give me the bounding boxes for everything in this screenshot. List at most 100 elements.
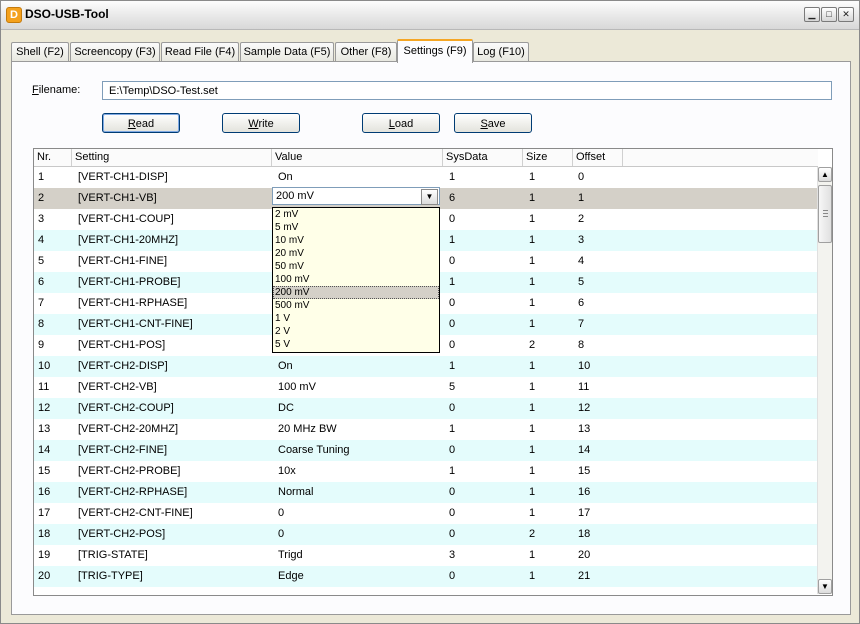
cell-sysdata: 3: [449, 549, 456, 561]
table-row[interactable]: 18 [VERT-CH2-POS] 0 0 2 18: [34, 524, 818, 545]
value-combobox[interactable]: 200 mV ▼: [272, 187, 440, 205]
dropdown-option[interactable]: 500 mV: [273, 299, 439, 312]
col-size[interactable]: Size: [523, 149, 573, 166]
cell-value: Trigd: [278, 549, 303, 561]
maximize-icon[interactable]: □: [821, 7, 837, 22]
table-row[interactable]: 13 [VERT-CH2-20MHZ] 20 MHz BW 1 1 13: [34, 419, 818, 440]
col-offset[interactable]: Offset: [573, 149, 623, 166]
cell-setting: [VERT-CH2-PROBE]: [78, 465, 181, 477]
table-row[interactable]: 11 [VERT-CH2-VB] 100 mV 5 1 11: [34, 377, 818, 398]
dropdown-option[interactable]: 5 mV: [273, 221, 439, 234]
minimize-icon[interactable]: ▁: [804, 7, 820, 22]
cell-sysdata: 1: [449, 234, 456, 246]
tab-screencopy[interactable]: Screencopy (F3): [70, 42, 160, 61]
cell-setting: [VERT-CH1-20MHZ]: [78, 234, 179, 246]
cell-size: 2: [529, 339, 536, 351]
write-button[interactable]: Write: [222, 113, 300, 133]
cell-size: 1: [529, 213, 536, 225]
dropdown-option[interactable]: 100 mV: [273, 273, 439, 286]
table-row[interactable]: 20 [TRIG-TYPE] Edge 0 1 21: [34, 566, 818, 587]
table-row[interactable]: 14 [VERT-CH2-FINE] Coarse Tuning 0 1 14: [34, 440, 818, 461]
settings-panel: Filename: E:\Temp\DSO-Test.set Read Writ…: [11, 61, 851, 615]
save-button[interactable]: Save: [454, 113, 532, 133]
table-row[interactable]: 17 [VERT-CH2-CNT-FINE] 0 0 1 17: [34, 503, 818, 524]
cell-nr: 6: [38, 276, 45, 288]
cell-sysdata: 1: [449, 360, 456, 372]
cell-offset: 4: [578, 255, 585, 267]
cell-sysdata: 5: [449, 381, 456, 393]
tab-read-file[interactable]: Read File (F4): [161, 42, 239, 61]
load-button[interactable]: Load: [362, 113, 440, 133]
cell-size: 1: [529, 171, 536, 183]
col-sysdata[interactable]: SysData: [443, 149, 523, 166]
cell-offset: 12: [578, 402, 591, 414]
cell-offset: 8: [578, 339, 585, 351]
close-icon[interactable]: ✕: [838, 7, 854, 22]
table-row[interactable]: 12 [VERT-CH2-COUP] DC 0 1 12: [34, 398, 818, 419]
cell-value: Normal: [278, 486, 314, 498]
cell-offset: 6: [578, 297, 585, 309]
scroll-up-icon[interactable]: ▲: [818, 167, 832, 182]
app-window: D DSO-USB-Tool ▁ □ ✕ Shell (F2) Screenco…: [0, 0, 860, 624]
cell-value: 20 MHz BW: [278, 423, 337, 435]
col-setting[interactable]: Setting: [72, 149, 272, 166]
dropdown-option[interactable]: 1 V: [273, 312, 439, 325]
read-button[interactable]: Read: [102, 113, 180, 133]
cell-setting: [VERT-CH1-VB]: [78, 192, 157, 204]
dropdown-option[interactable]: 200 mV: [273, 286, 439, 299]
cell-setting: [VERT-CH2-CNT-FINE]: [78, 507, 193, 519]
cell-value: 0: [278, 507, 285, 519]
value-dropdown-list: 2 mV 5 mV 10 mV 20 mV 50 mV 100 mV 200 mV 500 m…: [272, 207, 440, 353]
tab-sample-data[interactable]: Sample Data (F5): [240, 42, 334, 61]
cell-value: 100 mV: [278, 381, 316, 393]
tab-shell[interactable]: Shell (F2): [11, 42, 69, 61]
cell-nr: 10: [38, 360, 51, 372]
cell-setting: [VERT-CH2-COUP]: [78, 402, 174, 414]
table-row[interactable]: 19 [TRIG-STATE] Trigd 3 1 20: [34, 545, 818, 566]
cell-value: DC: [278, 402, 294, 414]
col-value[interactable]: Value: [272, 149, 443, 166]
cell-setting: [VERT-CH1-RPHASE]: [78, 297, 188, 309]
table-row[interactable]: 15 [VERT-CH2-PROBE] 10x 1 1 15: [34, 461, 818, 482]
cell-sysdata: 0: [449, 255, 456, 267]
cell-setting: [VERT-CH1-POS]: [78, 339, 166, 351]
cell-offset: 1: [578, 192, 585, 204]
cell-size: 1: [529, 255, 536, 267]
title-bar[interactable]: D DSO-USB-Tool ▁ □ ✕: [1, 1, 859, 30]
dropdown-option[interactable]: 50 mV: [273, 260, 439, 273]
cell-sysdata: 0: [449, 507, 456, 519]
table-row[interactable]: 1 [VERT-CH1-DISP] On 1 1 0: [34, 167, 818, 188]
cell-size: 1: [529, 402, 536, 414]
table-row[interactable]: 16 [VERT-CH2-RPHASE] Normal 0 1 16: [34, 482, 818, 503]
dropdown-option[interactable]: 5 V: [273, 338, 439, 351]
col-nr[interactable]: Nr.: [34, 149, 72, 166]
cell-setting: [VERT-CH1-FINE]: [78, 255, 168, 267]
cell-size: 2: [529, 528, 536, 540]
scroll-thumb[interactable]: [818, 185, 832, 243]
cell-nr: 18: [38, 528, 51, 540]
filename-input[interactable]: E:\Temp\DSO-Test.set: [102, 81, 832, 100]
window-title: DSO-USB-Tool: [25, 7, 109, 21]
tab-log[interactable]: Log (F10): [473, 42, 529, 61]
cell-offset: 5: [578, 276, 585, 288]
tab-settings[interactable]: Settings (F9): [397, 39, 473, 63]
cell-nr: 8: [38, 318, 45, 330]
cell-size: 1: [529, 234, 536, 246]
dropdown-option[interactable]: 2 V: [273, 325, 439, 338]
dropdown-option[interactable]: 2 mV: [273, 208, 439, 221]
cell-offset: 18: [578, 528, 591, 540]
cell-size: 1: [529, 276, 536, 288]
tab-other[interactable]: Other (F8): [335, 42, 397, 61]
cell-setting: [VERT-CH2-POS]: [78, 528, 166, 540]
vertical-scrollbar[interactable]: ▲ ▼: [817, 167, 832, 594]
cell-offset: 20: [578, 549, 591, 561]
chevron-down-icon[interactable]: ▼: [421, 189, 438, 205]
cell-nr: 7: [38, 297, 45, 309]
cell-setting: [VERT-CH1-PROBE]: [78, 276, 181, 288]
dropdown-option[interactable]: 10 mV: [273, 234, 439, 247]
cell-setting: [TRIG-STATE]: [78, 549, 148, 561]
cell-nr: 14: [38, 444, 51, 456]
table-row[interactable]: 10 [VERT-CH2-DISP] On 1 1 10: [34, 356, 818, 377]
scroll-down-icon[interactable]: ▼: [818, 579, 832, 594]
dropdown-option[interactable]: 20 mV: [273, 247, 439, 260]
